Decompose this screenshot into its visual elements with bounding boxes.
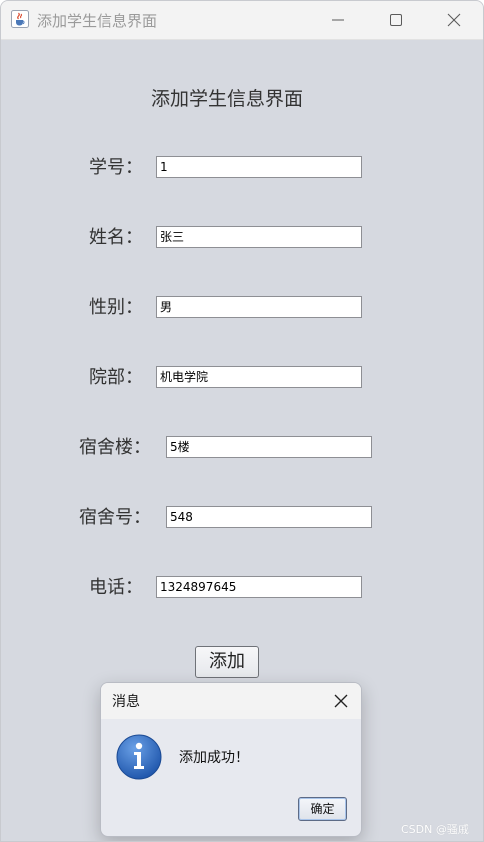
minimize-button[interactable] [309, 1, 367, 39]
department-field[interactable]: 机电学院 [156, 366, 362, 388]
message-dialog: 消息 添加成功！ 确定 [100, 682, 362, 837]
phone-field[interactable]: 1324897645 [156, 576, 362, 598]
student-id-label: 学号： [89, 157, 143, 178]
close-button[interactable] [425, 1, 483, 39]
java-cup-icon [11, 10, 29, 28]
ok-button[interactable]: 确定 [298, 797, 347, 821]
minimize-icon [332, 19, 344, 21]
maximize-icon [390, 14, 402, 26]
gender-label: 性别： [89, 297, 143, 318]
form-title: 添加学生信息界面 [150, 88, 303, 110]
student-id-field[interactable]: 1 [156, 156, 362, 178]
dorm-building-label: 宿舍楼： [79, 437, 151, 458]
dorm-number-label: 宿舍号： [79, 507, 151, 528]
maximize-button[interactable] [367, 1, 425, 39]
window-title: 添加学生信息界面 [37, 12, 158, 30]
close-icon [447, 13, 461, 27]
dorm-building-field[interactable]: 5楼 [166, 436, 372, 458]
gender-field[interactable]: 男 [156, 296, 362, 318]
add-button[interactable]: 添加 [195, 646, 259, 678]
dialog-titlebar[interactable]: 消息 [101, 683, 361, 719]
dialog-message: 添加成功！ [179, 750, 249, 766]
phone-label: 电话： [89, 577, 143, 598]
watermark: CSDN @骚戚 [401, 823, 469, 836]
dialog-close-button[interactable] [329, 689, 353, 713]
info-icon [115, 733, 163, 781]
name-label: 姓名： [89, 227, 143, 248]
window-titlebar[interactable]: 添加学生信息界面 [1, 1, 483, 40]
dialog-title: 消息 [112, 694, 140, 710]
name-field[interactable]: 张三 [156, 226, 362, 248]
close-icon [334, 694, 348, 708]
main-window: 添加学生信息界面 添加学生信息界面 学号： 1 姓名： 张三 性别： 男 院部：… [0, 0, 484, 842]
dorm-number-field[interactable]: 548 [166, 506, 372, 528]
department-label: 院部： [89, 367, 143, 388]
